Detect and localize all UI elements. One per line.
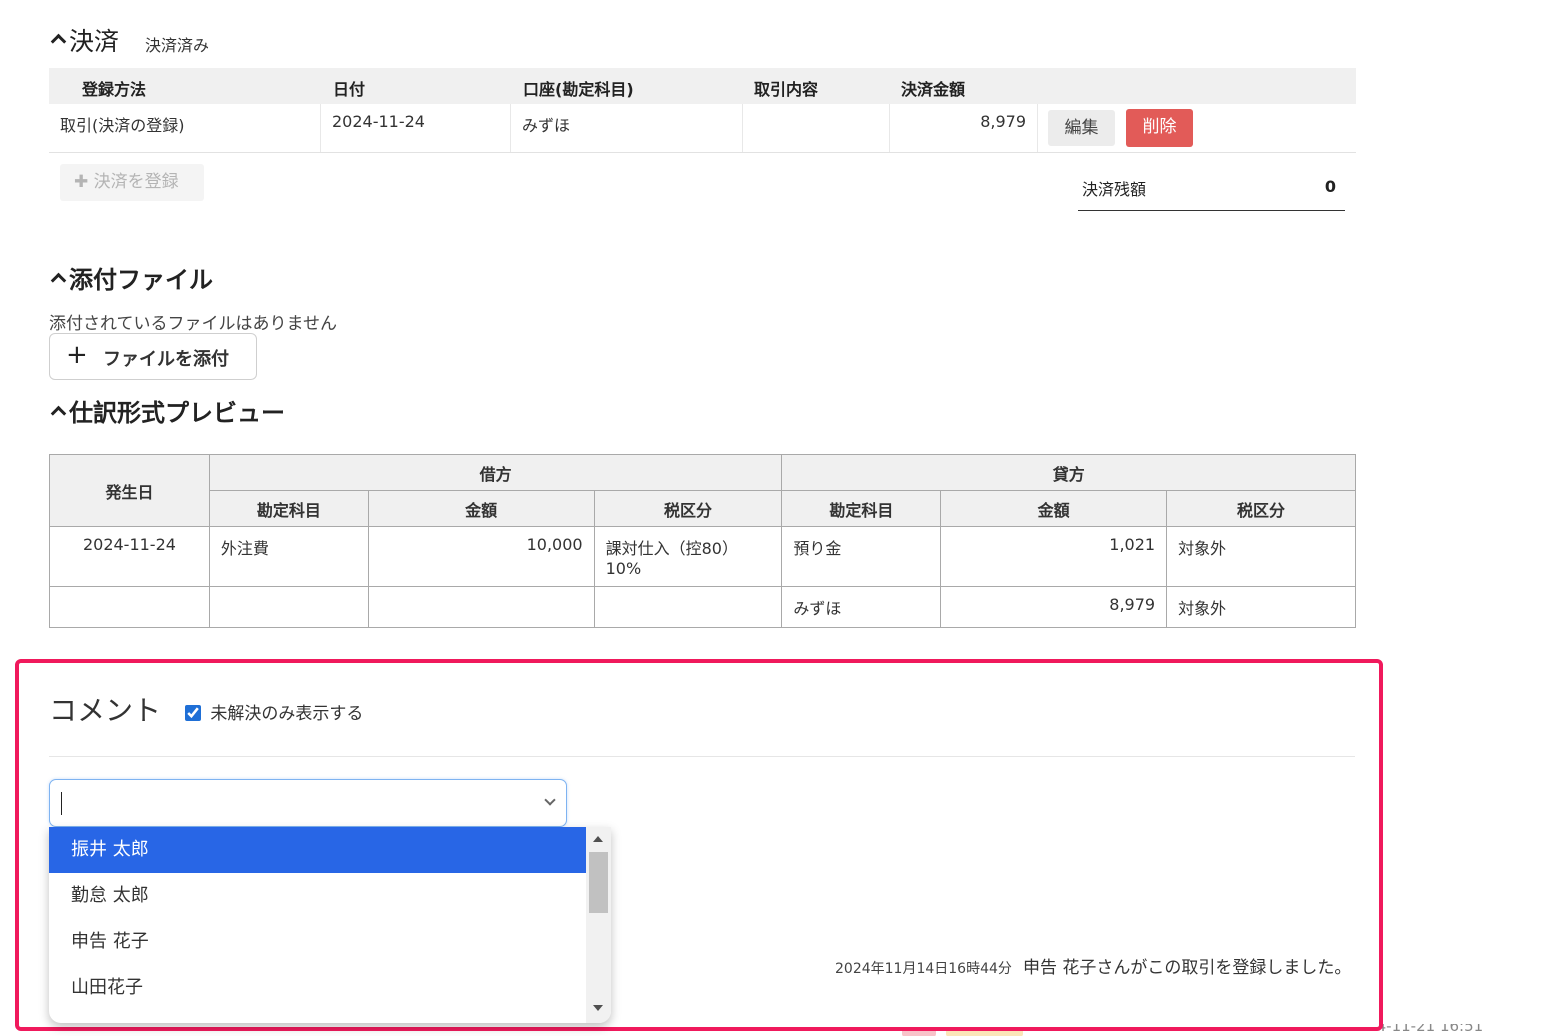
add-settlement-label: 決済を登録 xyxy=(93,172,179,192)
header-credit-account: 勘定科目 xyxy=(781,490,942,527)
option-user[interactable]: 山田花子 xyxy=(49,965,586,1011)
mention-input[interactable] xyxy=(58,788,528,818)
journal-date: 2024-11-24 xyxy=(49,526,210,587)
comments-title: コメント xyxy=(49,694,162,727)
header-date: 発生日 xyxy=(49,454,210,527)
journal-credit-amount: 8,979 xyxy=(940,586,1168,628)
unresolved-filter-label: 未解決のみ表示する xyxy=(210,704,364,724)
scroll-down-arrow-icon[interactable] xyxy=(593,1005,603,1011)
journal-debit-amount: 10,000 xyxy=(367,526,595,587)
settlement-account: みずほ xyxy=(522,116,571,135)
journal-debit-tax-line2: 10% xyxy=(605,559,642,578)
text-caret xyxy=(61,792,62,815)
col-amount: 決済金額 xyxy=(901,80,966,99)
attachments-section-header[interactable]: 添付ファイル xyxy=(49,260,349,294)
journal-debit-account xyxy=(208,586,369,628)
activity-text: 申告 花子さんがこの取引を登録しました。 xyxy=(1022,958,1352,978)
dropdown-scrollbar[interactable] xyxy=(586,827,611,1023)
activity-timestamp: 2024年11月14日16時44分 xyxy=(835,961,1012,977)
journal-credit-account: みずほ xyxy=(781,586,942,628)
journal-date xyxy=(49,586,210,628)
journal-credit-account: 預り金 xyxy=(781,526,942,587)
journal-credit-tax: 対象外 xyxy=(1166,586,1356,628)
journal-debit-account: 外注費 xyxy=(208,526,369,587)
option-user[interactable]: 申告 花子 xyxy=(49,919,586,965)
journal-table: 発生日 借方 貸方 勘定科目 金額 税区分 勘定科目 金額 税区分 2024-1… xyxy=(49,454,1356,628)
journal-debit-tax: 課対仕入（控80） 10% xyxy=(593,526,783,587)
journal-credit-amount: 1,021 xyxy=(940,526,1168,587)
settlement-amount: 8,979 xyxy=(980,112,1026,131)
col-method: 登録方法 xyxy=(82,80,147,99)
settlement-row: 取引(決済の登録) 2024-11-24 みずほ 8,979 編集 削除 xyxy=(49,104,1356,153)
settlement-table-header: 登録方法 日付 口座(勘定科目) 取引内容 決済金額 xyxy=(49,68,1356,104)
settlement-balance: 決済残額 0 xyxy=(1078,166,1345,211)
header-credit-tax: 税区分 xyxy=(1166,490,1356,527)
mention-dropdown: 振井 太郎 勤怠 太郎 申告 花子 山田花子 xyxy=(49,827,611,1023)
scroll-up-arrow-icon[interactable] xyxy=(593,836,603,842)
col-account: 口座(勘定科目) xyxy=(523,80,634,99)
journal-debit-amount xyxy=(367,586,595,628)
chevron-down-icon[interactable] xyxy=(544,794,556,806)
header-debit-amount: 金額 xyxy=(367,490,595,527)
delete-button[interactable]: 削除 xyxy=(1126,109,1193,147)
add-file-button[interactable]: + ファイルを添付 xyxy=(49,333,257,380)
journal-title: 仕訳形式プレビュー xyxy=(69,399,285,427)
header-credit: 貸方 xyxy=(781,454,1356,491)
header-debit: 借方 xyxy=(208,454,783,491)
add-settlement-button[interactable]: ✚ 決済を登録 xyxy=(60,164,204,201)
unresolved-checkbox[interactable] xyxy=(185,705,201,721)
journal-debit-tax-line1: 課対仕入（控80） xyxy=(605,539,738,558)
settlement-title: 決済 xyxy=(69,27,120,56)
add-file-label: ファイルを添付 xyxy=(103,349,229,370)
attachments-empty-text: 添付されているファイルはありません xyxy=(49,314,337,334)
balance-label: 決済残額 xyxy=(1082,180,1147,199)
table-row: 2024-11-24 外注費 10,000 課対仕入（控80） 10% 預り金 … xyxy=(49,526,1356,587)
settlement-status: 決済済み xyxy=(145,36,210,55)
settlement-method: 取引(決済の登録) xyxy=(60,116,185,135)
plus-icon: ✚ xyxy=(74,172,89,192)
chevron-up-icon xyxy=(50,33,67,50)
chevron-up-icon xyxy=(50,272,67,289)
settlement-date: 2024-11-24 xyxy=(332,112,425,131)
attachments-title: 添付ファイル xyxy=(69,266,213,294)
col-description: 取引内容 xyxy=(754,80,819,99)
mention-select[interactable] xyxy=(49,779,567,827)
balance-value: 0 xyxy=(1324,177,1336,196)
option-user[interactable]: 振井 太郎 xyxy=(49,827,586,873)
header-credit-amount: 金額 xyxy=(940,490,1168,527)
scroll-thumb[interactable] xyxy=(589,852,608,913)
option-user[interactable]: 勤怠 太郎 xyxy=(49,873,586,919)
journal-section-header[interactable]: 仕訳形式プレビュー xyxy=(49,393,369,427)
unresolved-filter[interactable]: 未解決のみ表示する xyxy=(185,699,363,724)
divider xyxy=(49,756,1355,757)
activity-log: 2024年11月14日16時44分 申告 花子さんがこの取引を登録しました。 xyxy=(835,953,1351,978)
col-date: 日付 xyxy=(333,80,366,99)
table-row: みずほ 8,979 対象外 xyxy=(49,586,1356,628)
plus-icon: + xyxy=(66,340,88,370)
journal-debit-tax xyxy=(593,586,783,628)
header-debit-account: 勘定科目 xyxy=(208,490,369,527)
journal-credit-tax: 対象外 xyxy=(1166,526,1356,587)
edit-button[interactable]: 編集 xyxy=(1048,110,1115,146)
chevron-up-icon xyxy=(50,405,67,422)
header-debit-tax: 税区分 xyxy=(593,490,783,527)
